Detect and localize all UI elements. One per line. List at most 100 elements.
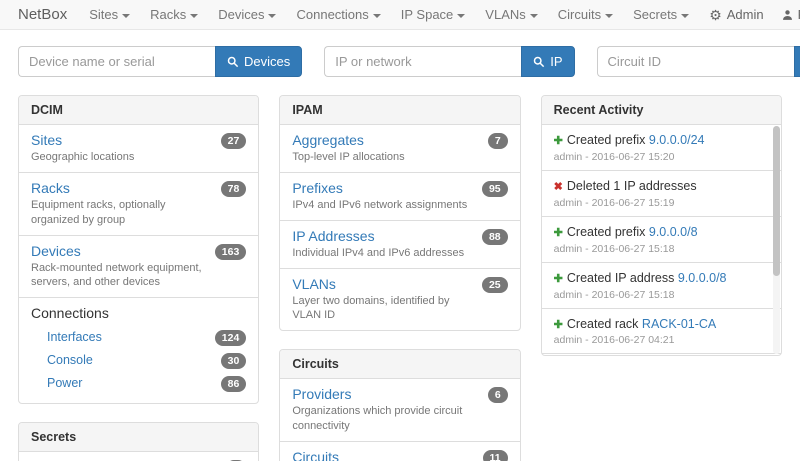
nav-devices[interactable]: Devices [218,7,276,22]
top-navbar: NetBox Sites Racks Devices Connections I… [0,0,800,30]
activity-action: Created rack [567,317,639,331]
connections-title: Connections [31,305,246,321]
count-badge: 6 [488,387,508,403]
item-description: Individual IPv4 and IPv6 addresses [292,246,507,261]
devices-link[interactable]: Devices [31,243,81,259]
chevron-down-icon [268,14,276,18]
item-description: Rack-mounted network equipment, servers,… [31,261,246,291]
panel-title: Recent Activity [542,96,781,125]
connections-block: Connections 124 Interfaces 30 Console 86… [19,297,258,403]
search-icon [227,56,239,68]
count-badge: 78 [221,181,247,197]
panel-title: IPAM [280,96,519,125]
nav-racks[interactable]: Racks [150,7,198,22]
count-badge: 11 [483,450,508,461]
device-search-button[interactable]: Devices [215,46,302,77]
circuits-panel: Circuits 6 Providers Organizations which… [279,349,520,461]
scrollbar-track [773,126,780,354]
panel-title: DCIM [19,96,258,125]
count-badge: 163 [215,244,247,260]
count-badge: 27 [221,133,247,149]
activity-item: ✚ Created IP address 9.0.0.0/8 admin - 20… [542,262,781,308]
list-item: 6 Providers Organizations which provide … [280,379,519,441]
gear-icon: ⚙ [709,8,722,22]
item-description: Organizations which provide circuit conn… [292,404,507,434]
nav-ip-space-label: IP Space [401,7,454,22]
list-item: 163 Devices Rack-mounted network equipme… [19,235,258,298]
activity-item: ✖Deleted 1 IP addresses admin - 2016-06-… [542,170,781,216]
power-link[interactable]: Power [47,376,82,390]
search-icon [533,56,545,68]
aggregates-link[interactable]: Aggregates [292,132,364,148]
device-search-input[interactable] [18,46,215,77]
activity-action: Created prefix [567,225,646,239]
user-icon [782,9,793,21]
page: NetBox Sites Racks Devices Connections I… [0,0,800,461]
list-item: 88 IP Addresses Individual IPv4 and IPv6… [280,220,519,268]
activity-meta: admin - 2016-06-27 15:20 [554,151,761,163]
plus-icon: ✚ [554,273,563,285]
nav-devices-label: Devices [218,7,264,22]
ip-search-button[interactable]: IP [521,46,574,77]
column-ipam: IPAM 7 Aggregates Top-level IP allocatio… [279,95,520,461]
count-badge: 88 [482,229,508,245]
admin-link[interactable]: ⚙Admin [709,7,763,22]
list-item: 27 Sites Geographic locations [19,125,258,172]
count-badge: 86 [221,376,247,392]
device-search-button-label: Devices [244,54,290,69]
nav-secrets-label: Secrets [633,7,677,22]
circuits-link[interactable]: Circuits [292,449,339,461]
plus-icon: ✚ [554,319,563,331]
activity-meta: admin - 2016-06-27 15:18 [554,289,761,301]
column-dcim: DCIM 27 Sites Geographic locations 78 Ra… [18,95,259,461]
circuit-search-button[interactable]: Circuits [794,46,800,77]
nav-connections-label: Connections [296,7,368,22]
nav-racks-label: Racks [150,7,186,22]
x-icon: ✖ [554,181,563,193]
vlans-link[interactable]: VLANs [292,276,336,292]
search-row: Devices IP Circuits [0,30,800,89]
item-description: IPv4 and IPv6 network assignments [292,198,507,213]
nav-secrets[interactable]: Secrets [633,7,689,22]
circuit-search-group: Circuits [597,46,800,77]
nav-circuits[interactable]: Circuits [558,7,613,22]
nav-sites[interactable]: Sites [89,7,130,22]
item-description: Equipment racks, optionally organized by… [31,198,246,228]
activity-object-link[interactable]: 9.0.0.0/24 [649,133,705,147]
ip-addresses-link[interactable]: IP Addresses [292,228,374,244]
chevron-down-icon [373,14,381,18]
ip-search-button-label: IP [550,54,562,69]
scrollbar-thumb[interactable] [773,126,780,276]
profile-link[interactable]: Profile [782,7,800,22]
activity-meta: admin - 2016-06-27 04:21 [554,334,761,346]
list-item: 78 Racks Equipment racks, optionally org… [19,172,258,235]
nav-connections[interactable]: Connections [296,7,380,22]
racks-link[interactable]: Racks [31,180,70,196]
activity-meta: admin - 2016-06-27 15:19 [554,197,761,209]
activity-object-link[interactable]: 9.0.0.0/8 [678,271,727,285]
nav-ip-space[interactable]: IP Space [401,7,466,22]
chevron-down-icon [605,14,613,18]
count-badge: 25 [482,277,508,293]
list-item: 7 Aggregates Top-level IP allocations [280,125,519,172]
ip-search-input[interactable] [324,46,521,77]
circuit-search-input[interactable] [597,46,794,77]
activity-object-link[interactable]: 9.0.0.0/8 [649,225,698,239]
panel-title: Secrets [19,423,258,452]
interfaces-link[interactable]: Interfaces [47,330,102,344]
plus-icon: ✚ [554,135,563,147]
item-description: Geographic locations [31,150,246,165]
chevron-down-icon [530,14,538,18]
console-link[interactable]: Console [47,353,93,367]
prefixes-link[interactable]: Prefixes [292,180,343,196]
providers-link[interactable]: Providers [292,386,351,402]
nav-vlans[interactable]: VLANs [485,7,537,22]
activity-object-link[interactable]: RACK-01-CA [642,317,716,331]
list-item: 11 Circuits Communication links for Inte… [280,441,519,461]
activity-meta: admin - 2016-06-27 15:18 [554,243,761,255]
chevron-down-icon [190,14,198,18]
activity-action: Created IP address [567,271,674,285]
dashboard: DCIM 27 Sites Geographic locations 78 Ra… [0,89,800,461]
netbox-brand[interactable]: NetBox [18,6,67,23]
sites-link[interactable]: Sites [31,132,62,148]
